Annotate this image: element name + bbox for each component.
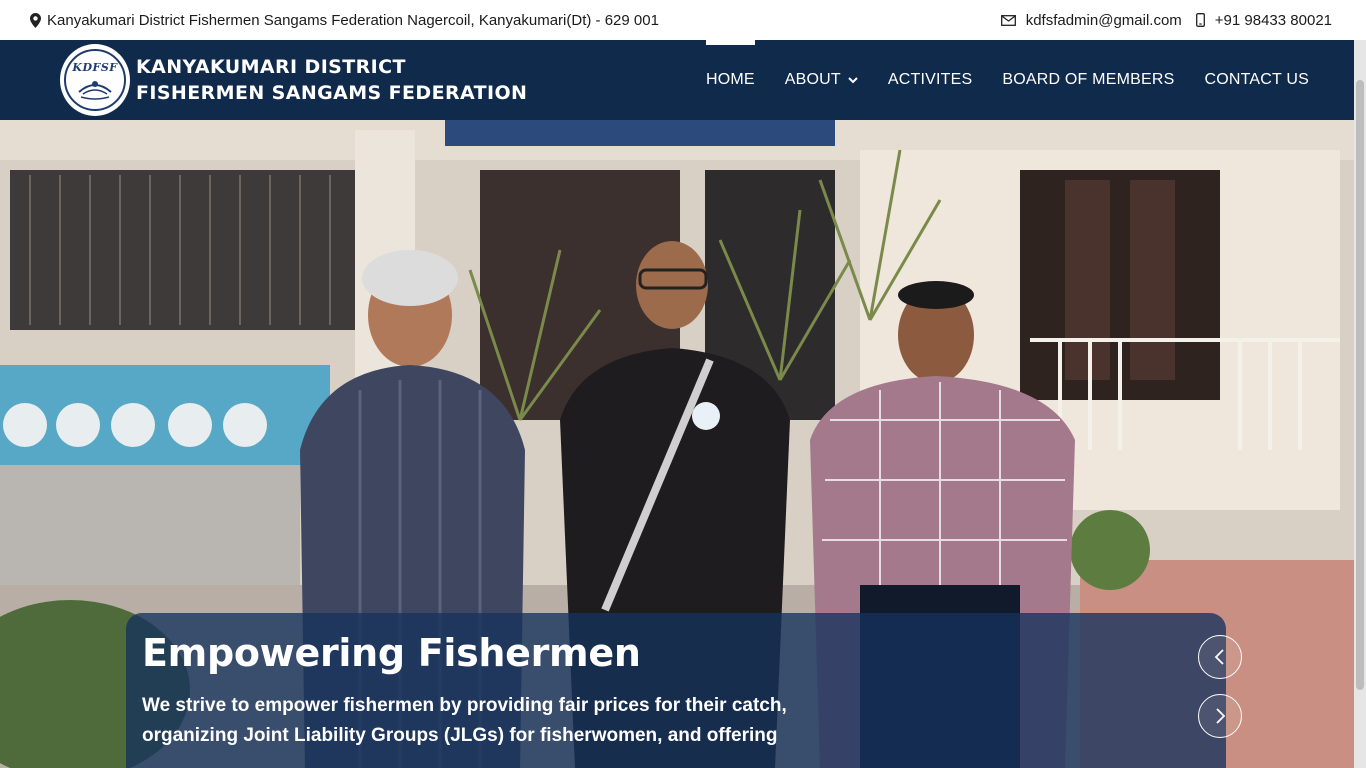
address-block: Kanyakumari District Fishermen Sangams F… — [30, 12, 659, 29]
logo-title-line1: KANYAKUMARI DISTRICT — [136, 56, 406, 78]
main-navigation: HOME ABOUT ACTIVITES BOARD OF MEMBERS CO… — [676, 40, 1309, 120]
hero-title: Empowering Fishermen — [142, 631, 641, 675]
nav-home-label: HOME — [705, 71, 755, 88]
site-header: KDFSF KANYAKUMARI DISTRICT FISHERMEN SAN… — [0, 40, 1354, 120]
scrollbar-thumb[interactable] — [1356, 80, 1364, 690]
phone-icon — [1195, 13, 1205, 27]
site-logo[interactable]: KDFSF KANYAKUMARI DISTRICT FISHERMEN SAN… — [60, 44, 527, 116]
contact-block: kdfsfadmin@gmail.com +91 98433 80021 — [1000, 12, 1332, 29]
logo-title-line2: FISHERMEN SANGAMS FEDERATION — [136, 82, 528, 104]
nav-activites[interactable]: ACTIVITES — [888, 40, 972, 120]
nav-contact-label: CONTACT US — [1204, 71, 1309, 88]
address-text: Kanyakumari District Fishermen Sangams F… — [47, 11, 659, 29]
chevron-right-icon — [1216, 708, 1226, 724]
phone-text[interactable]: +91 98433 80021 — [1215, 12, 1332, 29]
nav-board-label: BOARD OF MEMBERS — [1002, 71, 1175, 88]
top-info-bar: Kanyakumari District Fishermen Sangams F… — [0, 0, 1366, 40]
nav-home[interactable]: HOME — [705, 40, 755, 120]
mail-icon — [1000, 14, 1016, 26]
page-scrollbar[interactable] — [1354, 40, 1366, 768]
nav-about-label: ABOUT — [784, 71, 841, 88]
slider-next-button[interactable] — [1198, 694, 1242, 738]
location-pin-icon — [30, 12, 41, 28]
phone-contact[interactable]: +91 98433 80021 — [1195, 12, 1332, 29]
chevron-down-icon — [848, 76, 858, 84]
logo-emblem: KDFSF — [60, 44, 130, 116]
nav-board-of-members[interactable]: BOARD OF MEMBERS — [1002, 40, 1174, 120]
logo-title: KANYAKUMARI DISTRICT FISHERMEN SANGAMS F… — [136, 54, 527, 106]
hero-description: We strive to empower fishermen by provid… — [142, 695, 787, 746]
fisherman-emblem-icon — [78, 80, 112, 100]
email-text[interactable]: kdfsfadmin@gmail.com — [1026, 12, 1182, 29]
nav-activites-label: ACTIVITES — [887, 71, 973, 88]
nav-about[interactable]: ABOUT — [785, 40, 858, 120]
email-contact[interactable]: kdfsfadmin@gmail.com — [1000, 12, 1182, 29]
logo-abbreviation: KDFSF — [72, 60, 118, 74]
nav-contact-us[interactable]: CONTACT US — [1204, 40, 1309, 120]
chevron-left-icon — [1214, 649, 1224, 665]
hero-slider: Empowering Fishermen We strive to empowe… — [0, 120, 1354, 768]
slider-prev-button[interactable] — [1198, 635, 1242, 679]
hero-caption: Empowering Fishermen We strive to empowe… — [126, 613, 1226, 768]
